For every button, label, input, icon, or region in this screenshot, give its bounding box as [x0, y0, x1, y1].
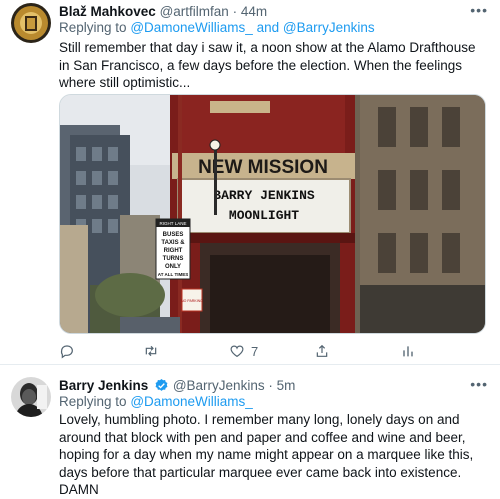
- share-button[interactable]: [314, 341, 330, 361]
- tweet-actions: 7: [59, 341, 479, 361]
- tweet-text: Still remember that day i saw it, a noon…: [59, 40, 476, 90]
- like-button[interactable]: 7: [229, 341, 258, 361]
- separator-dot: ·: [268, 378, 273, 393]
- replying-to-label: Replying to: [59, 20, 127, 35]
- author-handle[interactable]: @artfilmfan: [160, 4, 229, 19]
- share-icon: [316, 344, 328, 357]
- sign-label: RIGHT LANE: [160, 221, 187, 226]
- reply-button[interactable]: [59, 341, 81, 361]
- tweet-header: Blaž Mahkovec @artfilmfan · 44m: [59, 4, 470, 19]
- sign-text-5: ONLY: [165, 264, 181, 270]
- no-parking-sign: NO PARKING: [181, 299, 203, 303]
- more-dots-icon[interactable]: •••: [470, 376, 488, 392]
- sign-text-2: TAXIS &: [161, 240, 185, 246]
- sign-text-3: RIGHT: [164, 248, 183, 254]
- tweet-text: Lovely, humbling photo. I remember many …: [59, 412, 474, 497]
- analytics-button[interactable]: [400, 341, 416, 361]
- marquee-line-1: BARRY JENKINS: [213, 188, 315, 203]
- verified-badge-icon: [155, 378, 168, 391]
- mention-barry[interactable]: @BarryJenkins: [283, 20, 375, 35]
- tweet-blaz[interactable]: Blaž Mahkovec @artfilmfan · 44m ••• Repl…: [0, 0, 500, 365]
- avatar-blaz[interactable]: [11, 3, 51, 43]
- reply-bubble-icon: [60, 345, 73, 359]
- replying-to: Replying to @DamoneWilliams_ and @BarryJ…: [59, 20, 375, 35]
- sign-text-1: BUSES: [163, 232, 184, 238]
- sign-text-4: TURNS: [163, 256, 184, 262]
- tweet-barry[interactable]: Barry Jenkins @BarryJenkins · 5m ••• Rep…: [0, 366, 500, 497]
- retweet-button[interactable]: [143, 341, 165, 361]
- marquee-title: NEW MISSION: [198, 157, 328, 178]
- replying-to-label: Replying to: [59, 394, 127, 409]
- tweet-photo[interactable]: NEW MISSION BARRY JENKINS MOONLIGHT RIGH…: [59, 94, 486, 334]
- author-name[interactable]: Barry Jenkins: [59, 378, 148, 393]
- timestamp[interactable]: 5m: [277, 378, 296, 393]
- reply-and[interactable]: and: [257, 20, 280, 35]
- timestamp[interactable]: 44m: [241, 4, 267, 19]
- tweet-header: Barry Jenkins @BarryJenkins · 5m: [59, 378, 470, 393]
- heart-icon: [230, 345, 244, 358]
- marquee-line-2: MOONLIGHT: [229, 208, 299, 223]
- author-handle[interactable]: @BarryJenkins: [173, 378, 265, 393]
- mention-damone[interactable]: @DamoneWilliams_: [130, 394, 252, 409]
- author-name[interactable]: Blaž Mahkovec: [59, 4, 156, 19]
- replying-to: Replying to @DamoneWilliams_: [59, 394, 253, 409]
- like-count: 7: [251, 343, 259, 359]
- avatar-barry[interactable]: [11, 377, 51, 417]
- retweet-icon: [145, 345, 157, 357]
- mention-damone[interactable]: @DamoneWilliams_: [130, 20, 252, 35]
- more-dots-icon[interactable]: •••: [470, 2, 488, 18]
- sign-text-6: AT ALL TIMES: [158, 272, 188, 277]
- analytics-bars-icon: [403, 346, 413, 357]
- separator-dot: ·: [232, 4, 238, 19]
